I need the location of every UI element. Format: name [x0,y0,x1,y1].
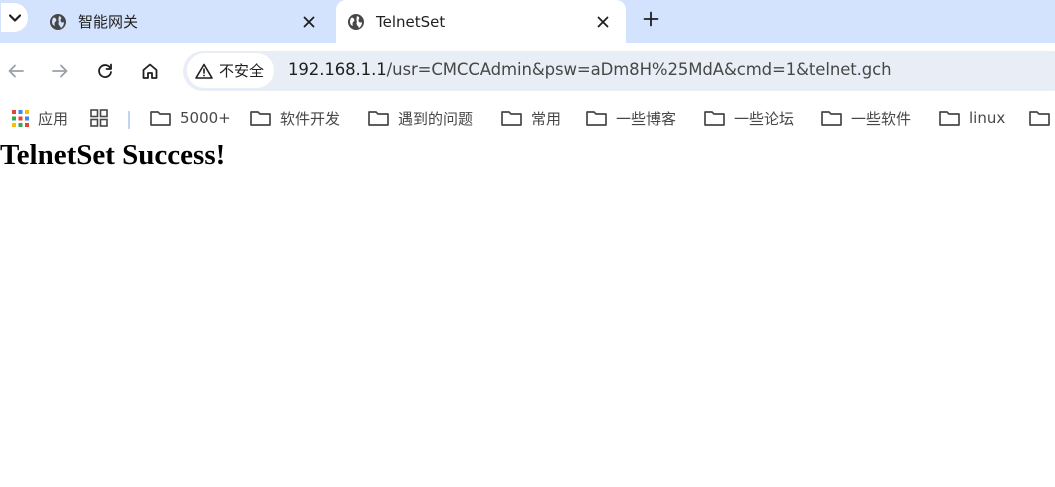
tab-close-button[interactable] [593,12,613,32]
close-icon [597,16,609,28]
tab-groups-button[interactable] [90,100,108,136]
bookmark-label: 一些软件 [851,109,912,128]
tab-search-button[interactable] [1,3,28,32]
close-icon [303,16,315,28]
security-chip[interactable]: 不安全 [187,53,275,88]
tab-telnetset[interactable]: TelnetSet [336,0,626,43]
tab-close-button[interactable] [299,12,319,32]
forward-button[interactable] [46,57,74,85]
back-button[interactable] [2,57,30,85]
folder-icon [501,111,522,126]
bookmark-folder[interactable]: linux [939,100,1005,136]
arrow-right-icon [52,64,68,78]
bookmark-folder[interactable]: 一些软件 [821,100,911,136]
page-heading: TelnetSet Success! [0,139,226,171]
security-label: 不安全 [219,62,265,80]
bookmarks-separator [128,111,130,129]
bookmark-label: 软件开发 [280,109,341,128]
chevron-down-icon [8,13,21,22]
folder-icon [586,111,607,126]
tab-title: 智能网关 [78,13,139,31]
reload-button[interactable] [91,57,119,85]
folder-icon [150,111,171,126]
url-host: 192.168.1.1 [288,60,387,79]
bookmark-folder[interactable]: 一些论坛 [704,100,794,136]
warning-icon [195,63,213,79]
bookmark-label: 常用 [531,109,562,128]
bookmark-label: 一些博客 [616,109,677,128]
new-tab-button[interactable] [638,6,664,32]
tab-strip: 智能网关 TelnetSet [0,0,1055,43]
globe-icon [49,13,67,31]
bookmark-label: 应用 [38,109,69,128]
arrow-left-icon [8,64,24,78]
url-path: /usr=CMCCAdmin&psw=aDm8H%25MdA&cmd=1&tel… [386,60,892,79]
bookmark-folder[interactable]: 常用 [501,100,561,136]
bookmark-label: 5000+ [180,109,231,127]
home-button[interactable] [136,57,164,85]
plus-icon [643,11,659,27]
apps-grid-icon [12,109,29,127]
folder-icon [939,111,960,126]
tab-gateway[interactable]: 智能网关 [34,0,332,43]
folder-icon [250,111,271,126]
folder-icon [704,111,725,126]
bookmark-folder-overflow[interactable] [1029,100,1050,136]
folder-icon [368,111,389,126]
bookmark-label: 一些论坛 [734,109,795,128]
bookmark-folder[interactable]: 5000+ [150,100,231,136]
folder-icon [1029,111,1050,126]
url-text[interactable]: 192.168.1.1/usr=CMCCAdmin&psw=aDm8H%25Md… [288,60,892,79]
globe-icon [347,13,365,31]
toolbar: 不安全 192.168.1.1/usr=CMCCAdmin&psw=aDm8H%… [0,43,1055,100]
home-icon [142,63,158,79]
bookmark-label: 遇到的问题 [398,109,474,128]
bookmark-folder[interactable]: 软件开发 [250,100,340,136]
tab-groups-icon [90,109,108,127]
bookmark-label: linux [969,109,1006,127]
bookmark-folder[interactable]: 遇到的问题 [368,100,473,136]
bookmarks-bar: 应用 5000+ 软件开发 遇到的问题 常用 一些博客 一些论坛 一些软件 li… [0,100,1055,136]
bookmark-apps[interactable]: 应用 [12,100,68,136]
reload-icon [98,63,112,78]
folder-icon [821,111,842,126]
tab-title: TelnetSet [376,12,446,31]
bookmark-folder[interactable]: 一些博客 [586,100,676,136]
